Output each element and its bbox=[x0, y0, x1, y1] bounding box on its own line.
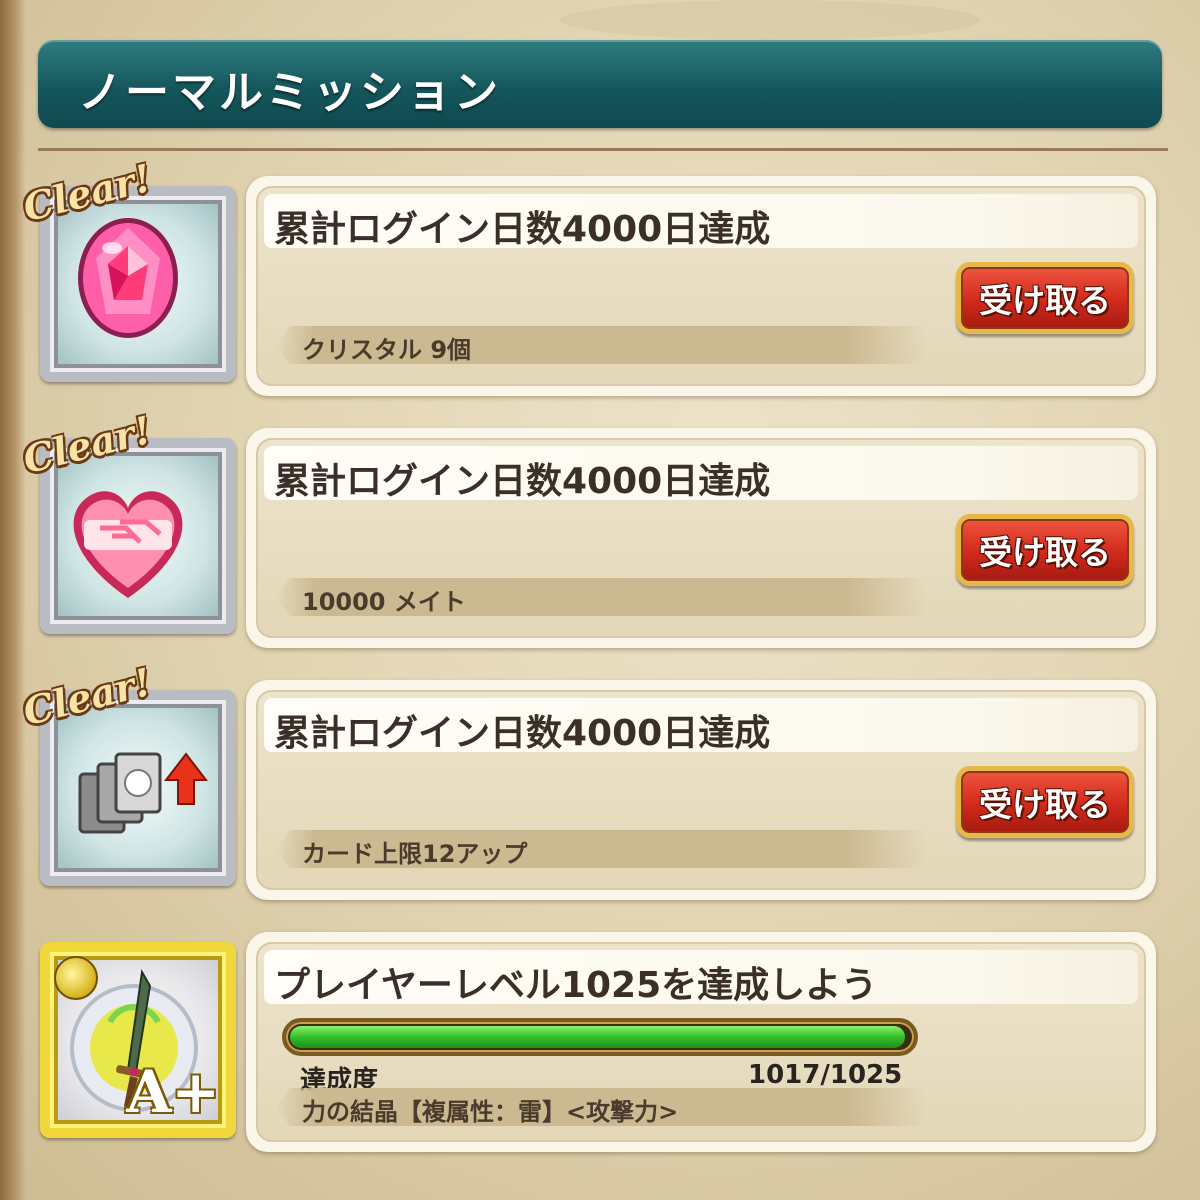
mission-title-bar: 累計ログイン日数4000日達成 bbox=[264, 446, 1138, 502]
claim-button-label: 受け取る bbox=[979, 281, 1111, 320]
reward-text: 力の結晶【複属性：雷】<攻撃力> bbox=[302, 1098, 679, 1126]
claim-button[interactable]: 受け取る bbox=[956, 262, 1134, 334]
mission-row: Clear! 累計ログイン日数4000日達成 受け取る カード上限12アップ bbox=[0, 659, 1200, 910]
mission-card: プレイヤーレベル1025を達成しよう 達成度 1017/1025 力の結晶【複属… bbox=[246, 932, 1156, 1152]
claim-button-label: 受け取る bbox=[979, 533, 1111, 572]
mission-card: 累計ログイン日数4000日達成 受け取る クリスタル 9個 bbox=[246, 176, 1156, 396]
handshake-heart-icon bbox=[73, 491, 183, 598]
mission-row: A+ プレイヤーレベル1025を達成しよう 達成度 1017/1025 力の結晶… bbox=[0, 932, 1200, 1162]
thunder-element-icon bbox=[54, 956, 98, 1000]
progress-value: 1017/1025 bbox=[748, 1060, 903, 1090]
mission-row: Clear! 累計ログイン日数4000日達成 受け取る クリスタル 9個 bbox=[0, 155, 1200, 406]
mission-title-bar: 累計ログイン日数4000日達成 bbox=[264, 698, 1138, 754]
mission-title-bar: プレイヤーレベル1025を達成しよう bbox=[264, 950, 1138, 1006]
card-limit-up-icon bbox=[78, 752, 209, 834]
claim-button[interactable]: 受け取る bbox=[956, 514, 1134, 586]
mission-title-bar: 累計ログイン日数4000日達成 bbox=[264, 194, 1138, 250]
mission-card: 累計ログイン日数4000日達成 受け取る カード上限12アップ bbox=[246, 680, 1156, 900]
mission-header: ノーマルミッション bbox=[38, 40, 1162, 128]
progress-bar bbox=[282, 1018, 918, 1056]
reward-text: カード上限12アップ bbox=[302, 840, 528, 868]
reward-bar: クリスタル 9個 bbox=[276, 326, 926, 364]
claim-button[interactable]: 受け取る bbox=[956, 766, 1134, 838]
reward-bar: 10000 メイト bbox=[276, 578, 926, 616]
claim-button-label: 受け取る bbox=[979, 785, 1111, 824]
progress-fill bbox=[290, 1026, 905, 1048]
mission-title: プレイヤーレベル1025を達成しよう bbox=[274, 965, 878, 1006]
mission-title: 累計ログイン日数4000日達成 bbox=[274, 713, 771, 754]
reward-text: クリスタル 9個 bbox=[302, 336, 472, 364]
mission-card: 累計ログイン日数4000日達成 受け取る 10000 メイト bbox=[246, 428, 1156, 648]
pink-crystal-gem-icon bbox=[78, 218, 178, 338]
reward-text: 10000 メイト bbox=[302, 588, 466, 616]
rank-badge: A+ bbox=[126, 1058, 220, 1126]
mission-row: Clear! 累計ログイン日数4000日達成 受け取る 10000 メイト bbox=[0, 407, 1200, 658]
paper-texture bbox=[560, 0, 980, 40]
reward-bar: 力の結晶【複属性：雷】<攻撃力> bbox=[276, 1088, 926, 1126]
page-title: ノーマルミッション bbox=[78, 67, 501, 118]
header-divider bbox=[38, 148, 1168, 151]
mission-title: 累計ログイン日数4000日達成 bbox=[274, 461, 771, 502]
mission-title: 累計ログイン日数4000日達成 bbox=[274, 209, 771, 250]
reward-icon-frame: A+ bbox=[40, 942, 236, 1138]
reward-bar: カード上限12アップ bbox=[276, 830, 926, 868]
